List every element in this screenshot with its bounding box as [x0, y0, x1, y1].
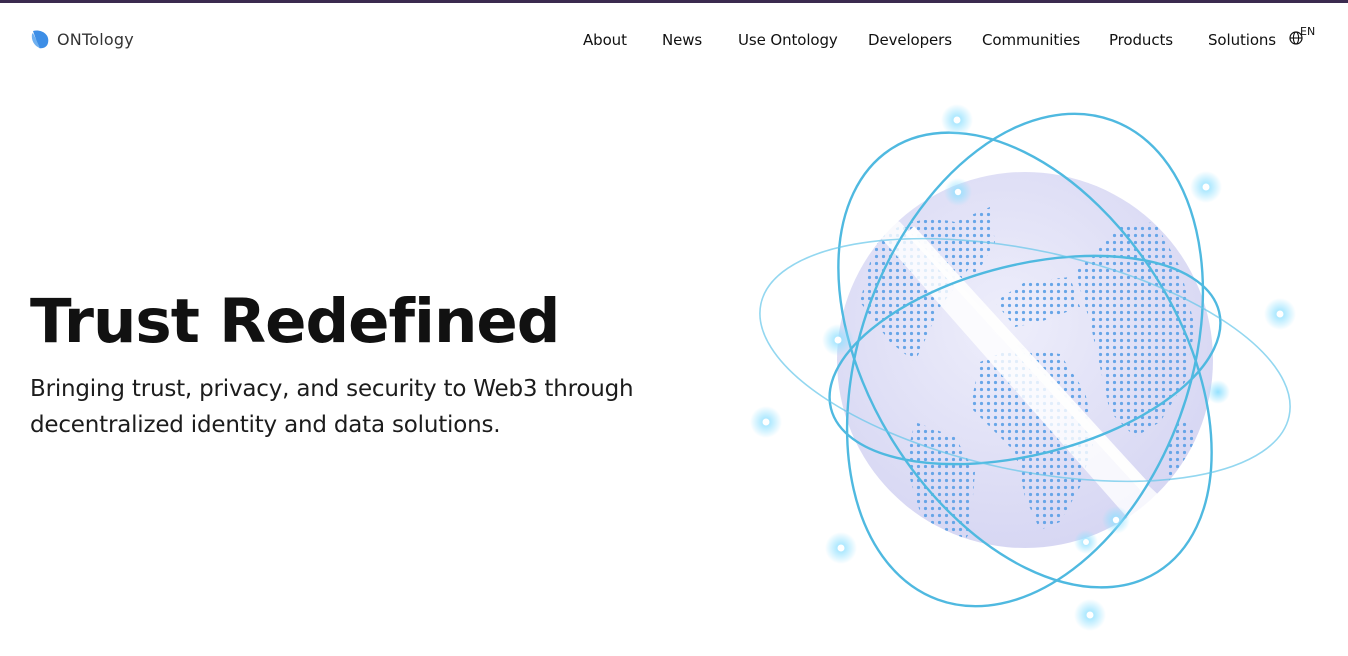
ontology-logo-icon — [31, 30, 49, 49]
hero-subtitle: Bringing trust, privacy, and security to… — [30, 376, 634, 438]
nav-item-about[interactable]: About — [583, 31, 627, 49]
nav-item-products[interactable]: Products — [1109, 31, 1173, 49]
nav-item-solutions[interactable]: Solutions — [1208, 31, 1276, 49]
nav-item-developers[interactable]: Developers — [868, 31, 952, 49]
nav-item-use-ontology[interactable]: Use Ontology — [738, 31, 838, 49]
site-header: ONTology About News Use Ontology Develop… — [0, 3, 1348, 75]
language-label: EN — [1300, 25, 1316, 38]
brand-name: ONTology — [57, 29, 134, 49]
brand-logo[interactable]: ONTology — [29, 28, 134, 50]
language-switcher[interactable]: EN — [1289, 25, 1321, 51]
globe-with-orbits-illustration — [750, 104, 1296, 631]
hero-title: Trust Redefined — [30, 286, 560, 357]
nav-item-news[interactable]: News — [662, 31, 702, 49]
nav-item-communities[interactable]: Communities — [982, 31, 1080, 49]
